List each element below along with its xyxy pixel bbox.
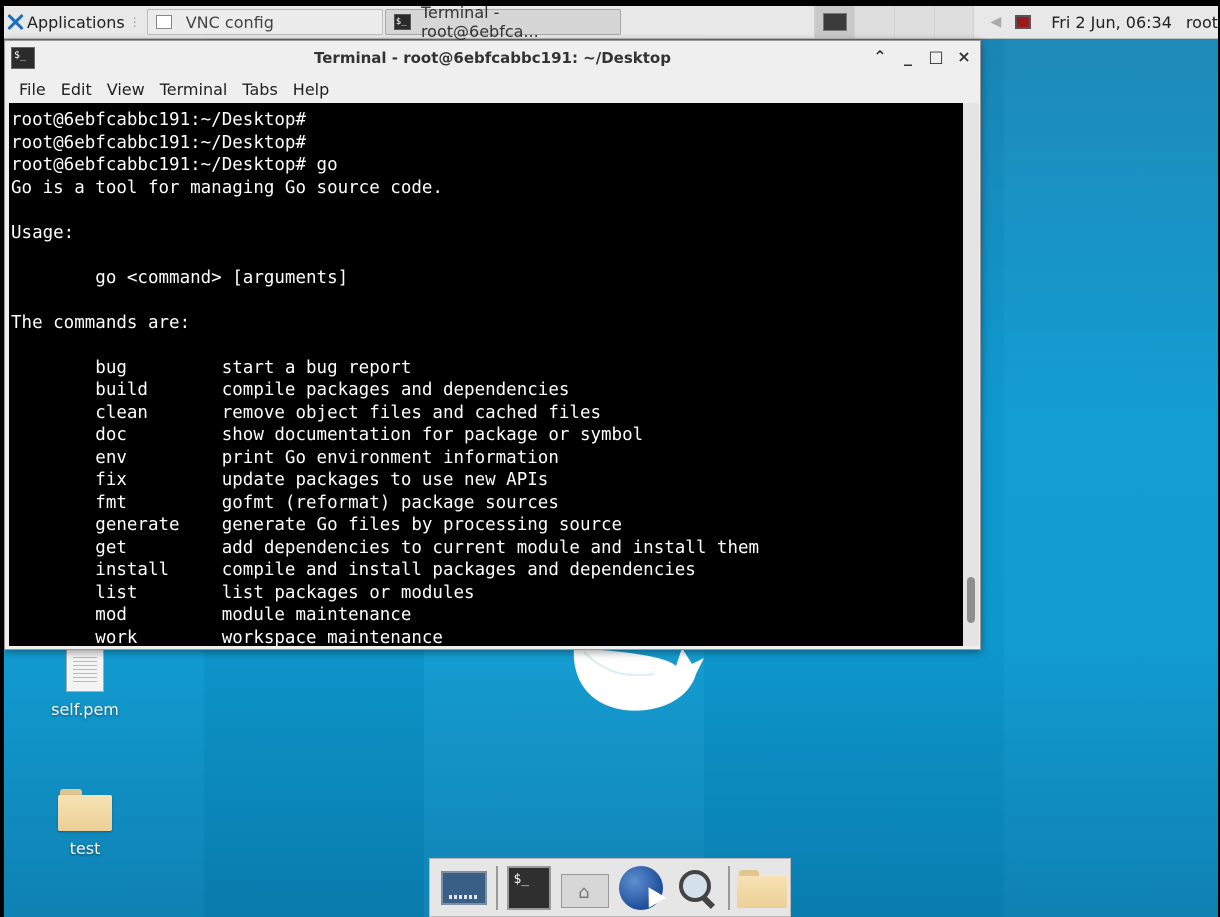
terminal-text: root@6ebfcabbc191:~/Desktop# root@6ebfca…: [11, 110, 760, 646]
menu-file[interactable]: File: [19, 80, 46, 99]
menu-help[interactable]: Help: [293, 80, 329, 99]
file-manager-icon: [737, 868, 788, 908]
terminal-icon: $_: [507, 865, 552, 910]
clock[interactable]: Fri 2 Jun, 06:34: [1051, 13, 1172, 32]
xfce-logo-icon: [6, 13, 24, 31]
menu-bar: File Edit View Terminal Tabs Help: [5, 75, 980, 103]
applications-label: Applications: [27, 12, 125, 32]
dock-home-folder[interactable]: [557, 862, 613, 914]
taskbar-item-label: Terminal - root@6ebfca...: [420, 6, 539, 41]
desktop-icon-label: test: [69, 839, 101, 858]
search-icon: [677, 868, 717, 908]
window-title: Terminal - root@6ebfcabbc191: ~/Desktop: [314, 49, 671, 67]
dock-separator: [495, 865, 498, 910]
menu-view[interactable]: View: [107, 80, 145, 99]
dock-search[interactable]: [669, 862, 725, 914]
applications-menu-button[interactable]: Applications ⋮: [4, 6, 145, 38]
desktop-icon-label: self.pem: [51, 700, 119, 719]
desktop-icon-test[interactable]: test: [40, 789, 130, 858]
dock-file-manager[interactable]: [734, 862, 790, 914]
menu-handle-icon: ⋮: [128, 15, 141, 29]
xfce-mouse-wallpaper-icon: [573, 648, 704, 711]
dock-web-browser[interactable]: [613, 862, 669, 914]
scrollbar-thumb[interactable]: [967, 577, 975, 623]
dock-terminal[interactable]: $_: [502, 862, 558, 914]
desktop-icon-self-pem[interactable]: self.pem: [40, 648, 130, 719]
window-icon: [155, 15, 172, 29]
file-icon: [66, 648, 104, 692]
maximize-button[interactable]: □: [928, 47, 944, 66]
user-menu[interactable]: root: [1186, 13, 1218, 32]
home-folder-icon: [561, 868, 610, 908]
taskbar-item-label: VNC config: [185, 12, 274, 32]
minimize-button[interactable]: _: [900, 47, 916, 66]
tray-app-icon[interactable]: [1015, 15, 1032, 29]
workspace-preview-icon: [822, 13, 847, 31]
terminal-output[interactable]: root@6ebfcabbc191:~/Desktop# root@6ebfca…: [9, 103, 963, 646]
taskbar-item-vnc-config[interactable]: VNC config: [146, 9, 383, 35]
dock: $_: [429, 858, 791, 917]
menu-terminal[interactable]: Terminal: [160, 80, 228, 99]
close-button[interactable]: ×: [956, 47, 972, 66]
workspace-3[interactable]: [894, 6, 935, 38]
terminal-icon: $_: [393, 14, 411, 30]
show-desktop-icon: [440, 870, 487, 905]
taskbar-item-terminal[interactable]: $_ Terminal - root@6ebfca...: [384, 6, 621, 41]
dock-separator: [728, 865, 731, 910]
window-titlebar[interactable]: $_ Terminal - root@6ebfcabbc191: ~/Deskt…: [5, 41, 980, 75]
folder-icon: [58, 789, 112, 831]
menu-edit[interactable]: Edit: [61, 80, 92, 99]
terminal-window: $_ Terminal - root@6ebfcabbc191: ~/Deskt…: [4, 40, 981, 650]
web-browser-icon: [618, 865, 663, 910]
tray-expand-icon[interactable]: ◀: [990, 14, 1001, 30]
menu-tabs[interactable]: Tabs: [242, 80, 277, 99]
desktop: Applications ⋮ VNC config $_ Terminal - …: [4, 6, 1218, 917]
shade-button[interactable]: ⌃: [872, 47, 888, 66]
workspace-2[interactable]: [854, 6, 895, 38]
workspace-1[interactable]: [814, 6, 855, 38]
terminal-scrollbar[interactable]: [963, 103, 979, 646]
dock-show-desktop[interactable]: [436, 862, 492, 914]
workspace-4[interactable]: [934, 6, 975, 38]
top-panel: Applications ⋮ VNC config $_ Terminal - …: [4, 6, 1218, 41]
